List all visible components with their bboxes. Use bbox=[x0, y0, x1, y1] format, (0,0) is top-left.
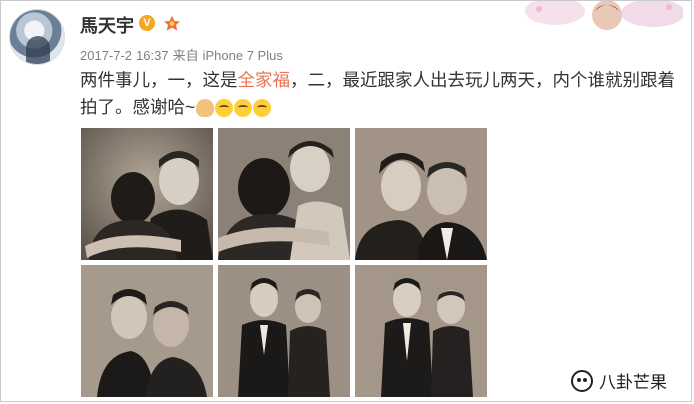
avatar[interactable] bbox=[9, 9, 65, 65]
photo-thumbnail[interactable] bbox=[81, 128, 213, 260]
emoji-group bbox=[195, 98, 272, 125]
watermark-text: 八卦芒果 bbox=[599, 373, 667, 392]
source-prefix: 来自 bbox=[172, 48, 199, 63]
vip-icon[interactable] bbox=[161, 14, 183, 32]
weibo-post-card: 馬天宇 V 2017-7-2 16:37 来自 iPhone 7 Plus 两件事儿，… bbox=[0, 0, 692, 402]
post-text-before: 两件事儿，一，这是 bbox=[80, 70, 238, 90]
emoji-laugh-icon bbox=[253, 99, 272, 117]
photo-thumbnail[interactable] bbox=[218, 128, 350, 260]
post-date[interactable]: 2017-7-2 bbox=[80, 48, 132, 63]
post-meta: 2017-7-2 16:37 来自 iPhone 7 Plus bbox=[80, 45, 287, 64]
photo-thumbnail[interactable] bbox=[81, 265, 213, 397]
post-source: iPhone 7 Plus bbox=[202, 48, 283, 63]
post-text: 两件事儿，一，这是全家福，二，最近跟家人出去玩儿两天，内个谁就别跟着拍了。感谢哈… bbox=[80, 67, 683, 125]
highlight-link[interactable]: 全家福 bbox=[238, 70, 291, 90]
emoji-hands-icon bbox=[196, 99, 215, 117]
post-time[interactable]: 16:37 bbox=[136, 48, 169, 63]
wechat-icon bbox=[571, 369, 593, 392]
photo-thumbnail[interactable] bbox=[355, 128, 487, 260]
photo-thumbnail[interactable] bbox=[355, 265, 487, 397]
photo-thumbnail[interactable] bbox=[218, 265, 350, 397]
verified-icon: V bbox=[139, 15, 155, 31]
username[interactable]: 馬天宇 bbox=[80, 12, 134, 38]
emoji-laugh-icon bbox=[234, 99, 253, 117]
watermark: 八卦芒果 bbox=[571, 368, 667, 393]
emoji-tongue-icon bbox=[215, 99, 234, 117]
header-decoration bbox=[525, 1, 683, 30]
